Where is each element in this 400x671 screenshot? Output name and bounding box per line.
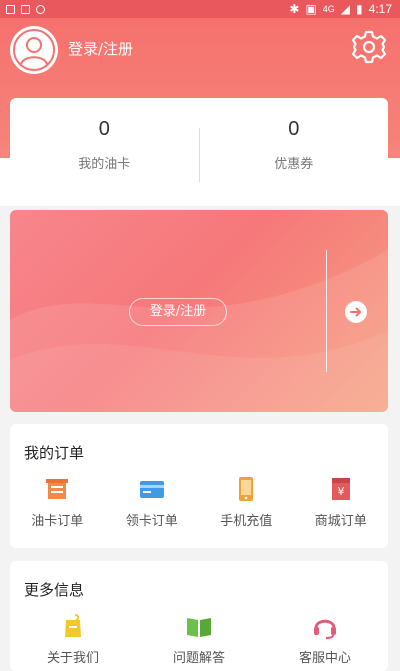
phone-recharge-label: 手机充值	[220, 514, 273, 529]
coupon-stat[interactable]: 0 优惠券	[200, 98, 389, 184]
orders-title: 我的订单	[24, 444, 85, 462]
mall-order-item[interactable]: ¥ 商城订单	[294, 476, 389, 529]
svg-text:¥: ¥	[337, 485, 344, 498]
status-bar: ✱ ▣ 4G ◢ ▮ 4:17	[0, 0, 400, 18]
phone-recharge-item[interactable]: 手机充值	[199, 476, 294, 529]
promo-login-button[interactable]: 登录/注册	[129, 298, 227, 326]
promo-banner[interactable]: 登录/注册	[10, 210, 388, 412]
nfc-icon: ▣	[305, 2, 317, 16]
oil-card-order-label: 油卡订单	[31, 514, 84, 529]
card-order-label: 领卡订单	[125, 514, 178, 529]
card-order-item[interactable]: 领卡订单	[105, 476, 200, 529]
mall-order-icon: ¥	[331, 478, 350, 500]
network-label: 4G	[322, 4, 335, 14]
user-avatar-icon	[13, 29, 55, 71]
customer-service-label: 客服中心	[298, 651, 351, 666]
about-us-label: 关于我们	[46, 651, 99, 666]
coupon-count: 0	[288, 118, 300, 140]
my-orders-card: 我的订单 油卡订单 领卡订单 手机充值 ¥ 商城订单	[10, 424, 388, 548]
stats-card: 0 我的油卡 0 优惠券	[10, 98, 388, 184]
status-time: 4:17	[368, 2, 392, 16]
settings-gear-icon[interactable]	[350, 28, 388, 66]
signal-icon: ◢	[340, 2, 351, 16]
faq-book-icon	[187, 618, 211, 637]
coupon-label: 优惠券	[274, 157, 314, 172]
more-info-title: 更多信息	[24, 581, 85, 599]
faq-label: 问题解答	[172, 651, 225, 666]
notification-icon	[36, 4, 45, 14]
arrow-right-icon[interactable]	[345, 301, 367, 323]
customer-service-icon	[314, 619, 336, 639]
battery-icon: ▮	[356, 2, 363, 16]
notification-icons	[0, 4, 45, 14]
oil-card-order-item[interactable]: 油卡订单	[10, 476, 105, 529]
faq-item[interactable]: 问题解答	[136, 613, 262, 666]
more-info-card: 更多信息 关于我们 问题解答 客服中心	[10, 561, 388, 671]
my-oil-card-stat[interactable]: 0 我的油卡	[10, 98, 199, 184]
login-register-link[interactable]: 登录/注册	[68, 38, 133, 59]
oil-card-label: 我的油卡	[78, 157, 131, 172]
phone-recharge-icon	[239, 477, 254, 501]
oil-card-order-icon	[46, 479, 69, 499]
promo-divider	[326, 250, 327, 372]
about-us-item[interactable]: 关于我们	[10, 613, 136, 666]
avatar[interactable]	[10, 26, 58, 74]
notification-icon	[21, 4, 30, 14]
mall-order-label: 商城订单	[314, 514, 367, 529]
customer-service-item[interactable]: 客服中心	[262, 613, 388, 666]
oil-card-count: 0	[98, 118, 110, 140]
card-order-icon	[139, 481, 164, 498]
bluetooth-icon: ✱	[289, 2, 300, 16]
notification-icon	[6, 4, 15, 14]
about-us-icon	[65, 614, 81, 637]
